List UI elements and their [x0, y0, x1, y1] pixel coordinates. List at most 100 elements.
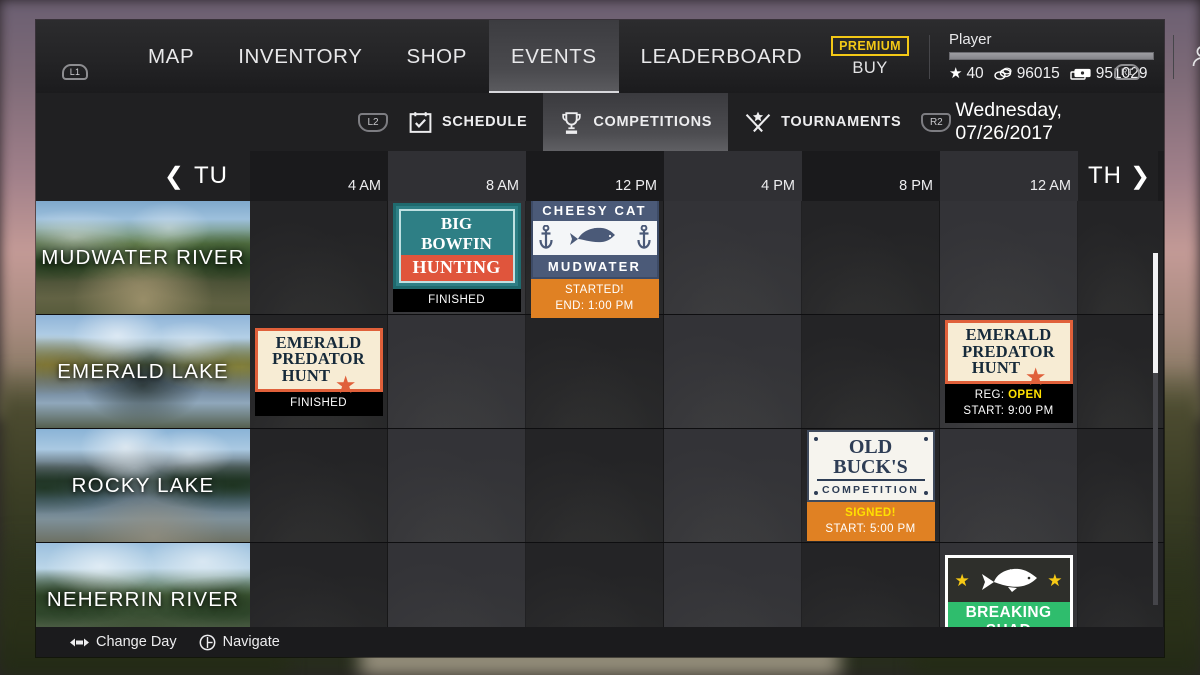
nav-tab-inventory[interactable]: INVENTORY: [216, 20, 384, 93]
event-card-emerald-predator-hunt-finished[interactable]: EMERALD PREDATOR HUNT ★ FINISHED: [255, 328, 383, 416]
nav-tab-shop[interactable]: SHOP: [385, 20, 490, 93]
footer-change-day[interactable]: Change Day: [70, 634, 177, 650]
nav-items: MAP INVENTORY SHOP EVENTS LEADERBOARD: [126, 20, 824, 93]
fish-icon: [568, 223, 622, 253]
grid-cell-r3c6[interactable]: [1078, 429, 1164, 542]
location-thumbnail-rocky-lake[interactable]: ROCKY LAKE: [36, 429, 250, 542]
event-card-cheesy-cat-mudwater[interactable]: CHEESY CAT: [531, 201, 659, 318]
grid-cell-r1c1[interactable]: BIG BOWFIN HUNTING FINISHED: [388, 201, 526, 314]
row-cells: OLD BUCK'S COMPETITION SIGNED! START: 5:…: [250, 429, 1164, 542]
divider: [929, 35, 930, 79]
nav-tab-events[interactable]: EVENTS: [489, 20, 619, 93]
anchor-icon: [637, 225, 651, 251]
grid-cell-r2c0[interactable]: EMERALD PREDATOR HUNT ★ FINISHED: [250, 315, 388, 428]
grid-cell-r2c5[interactable]: EMERALD PREDATOR HUNT ★ REG: OPEN: [940, 315, 1078, 428]
bowfin-poster: BIG BOWFIN HUNTING: [393, 203, 521, 289]
bowfin-line-2: BOWFIN: [401, 235, 513, 255]
emerald-poster: EMERALD PREDATOR HUNT ★: [255, 328, 383, 392]
vertical-scrollbar[interactable]: [1153, 253, 1158, 605]
grid-cell-r4c3[interactable]: [664, 543, 802, 627]
oldbuck-line-3: COMPETITION: [815, 484, 927, 496]
row-cells: BIG BOWFIN HUNTING FINISHED CHEESY CAT: [250, 201, 1164, 314]
chevron-left-icon: ❮: [164, 162, 185, 191]
grid-cell-r1c0[interactable]: [250, 201, 388, 314]
event-row-rocky-lake: ROCKY LAKE OLD BUCK'S: [36, 429, 1164, 543]
event-card-breaking-shad[interactable]: ★ ★ BREAKING SHAD: [945, 555, 1073, 627]
shad-artwork: ★ ★: [948, 558, 1070, 602]
subtab-tournaments[interactable]: TOURNAMENTS: [728, 93, 917, 151]
oldbuck-poster: OLD BUCK'S COMPETITION: [807, 430, 935, 502]
coins-icon: [994, 67, 1013, 81]
premium-buy-button[interactable]: PREMIUM BUY: [824, 36, 916, 78]
main-navigation-bar: L1 R1 MAP INVENTORY SHOP EVENTS LEADERBO…: [36, 20, 1164, 93]
subtab-schedule[interactable]: SCHEDULE: [392, 93, 543, 151]
corner-dot: [924, 491, 928, 495]
grid-cell-r1c5[interactable]: [940, 201, 1078, 314]
grid-cell-r1c4[interactable]: [802, 201, 940, 314]
grid-cell-r4c1[interactable]: [388, 543, 526, 627]
time-slot-8am: 8 AM: [388, 151, 526, 201]
grid-cell-r4c6[interactable]: [1078, 543, 1164, 627]
scrollbar-thumb[interactable]: [1153, 253, 1158, 373]
grid-cell-r4c0[interactable]: [250, 543, 388, 627]
location-label: ROCKY LAKE: [72, 474, 215, 498]
grid-cell-r2c4[interactable]: [802, 315, 940, 428]
grid-cell-r1c6[interactable]: [1078, 201, 1164, 314]
event-registration-row: REG: OPEN: [947, 388, 1071, 404]
event-status-bottom: START: 5:00 PM: [809, 522, 933, 538]
level-stat: ★ 40: [949, 65, 984, 83]
cheesy-subtitle: MUDWATER: [533, 255, 657, 277]
nav-tab-leaderboard[interactable]: LEADERBOARD: [619, 20, 825, 93]
next-day-button[interactable]: TH ❯: [1078, 151, 1158, 201]
grid-cell-r3c0[interactable]: [250, 429, 388, 542]
grid-cell-r2c1[interactable]: [388, 315, 526, 428]
grid-cell-r1c2[interactable]: CHEESY CAT: [526, 201, 664, 314]
friends-icon: [1191, 44, 1200, 70]
location-thumbnail-neherrin-river[interactable]: NEHERRIN RIVER: [36, 543, 250, 627]
grid-cell-r3c4[interactable]: OLD BUCK'S COMPETITION SIGNED! START: 5:…: [802, 429, 940, 542]
location-label: NEHERRIN RIVER: [47, 588, 239, 612]
subtab-tournaments-label: TOURNAMENTS: [781, 114, 901, 130]
oldbuck-line-1: OLD: [815, 437, 927, 457]
event-card-emerald-predator-hunt-open[interactable]: EMERALD PREDATOR HUNT ★ REG: OPEN: [945, 320, 1073, 424]
divider: [817, 479, 925, 481]
event-card-old-bucks-competition[interactable]: OLD BUCK'S COMPETITION SIGNED! START: 5:…: [807, 430, 935, 541]
subtab-schedule-label: SCHEDULE: [442, 114, 527, 130]
anchor-icon: [539, 225, 553, 251]
event-status-badge: FINISHED: [255, 392, 383, 416]
event-card-big-bowfin-hunting[interactable]: BIG BOWFIN HUNTING FINISHED: [393, 203, 521, 313]
footer-navigate[interactable]: Navigate: [199, 634, 280, 651]
grid-cell-r2c3[interactable]: [664, 315, 802, 428]
prev-day-button[interactable]: ❮ TU: [36, 151, 250, 201]
grid-cell-r2c2[interactable]: [526, 315, 664, 428]
friends-button[interactable]: [1187, 38, 1200, 76]
subtab-competitions[interactable]: COMPETITIONS: [543, 93, 728, 151]
event-row-neherrin-river: NEHERRIN RIVER ★: [36, 543, 1164, 627]
next-day-label: TH: [1088, 162, 1122, 190]
grid-cell-r3c2[interactable]: [526, 429, 664, 542]
nav-tab-map[interactable]: MAP: [126, 20, 216, 93]
grid-cell-r1c3[interactable]: [664, 201, 802, 314]
grid-cell-r3c3[interactable]: [664, 429, 802, 542]
event-registration-value: OPEN: [1008, 389, 1042, 401]
event-status-badge: SIGNED! START: 5:00 PM: [807, 502, 935, 541]
fish-icon: [978, 563, 1040, 597]
chevron-right-icon: ❯: [1130, 162, 1151, 191]
grid-cell-r3c1[interactable]: [388, 429, 526, 542]
grid-cell-r4c2[interactable]: [526, 543, 664, 627]
trophy-icon: [559, 110, 584, 135]
scene-detail: [36, 543, 250, 627]
star-icon: ★: [955, 572, 970, 589]
event-row-emerald-lake: EMERALD LAKE EMERALD PREDATOR HUNT ★ F: [36, 315, 1164, 429]
location-thumbnail-emerald-lake[interactable]: EMERALD LAKE: [36, 315, 250, 428]
grid-cell-r4c4[interactable]: [802, 543, 940, 627]
events-grid: MUDWATER RIVER BIG BOWFIN HUNTING FINISH…: [36, 201, 1164, 627]
location-label: MUDWATER RIVER: [41, 246, 245, 270]
grid-cell-r4c5[interactable]: ★ ★ BREAKING SHAD: [940, 543, 1078, 627]
grid-cell-r3c5[interactable]: [940, 429, 1078, 542]
grid-cell-r2c6[interactable]: [1078, 315, 1164, 428]
location-thumbnail-mudwater-river[interactable]: MUDWATER RIVER: [36, 201, 250, 314]
time-slot-4pm: 4 PM: [664, 151, 802, 201]
corner-dot: [924, 437, 928, 441]
player-name: Player: [949, 31, 1154, 48]
